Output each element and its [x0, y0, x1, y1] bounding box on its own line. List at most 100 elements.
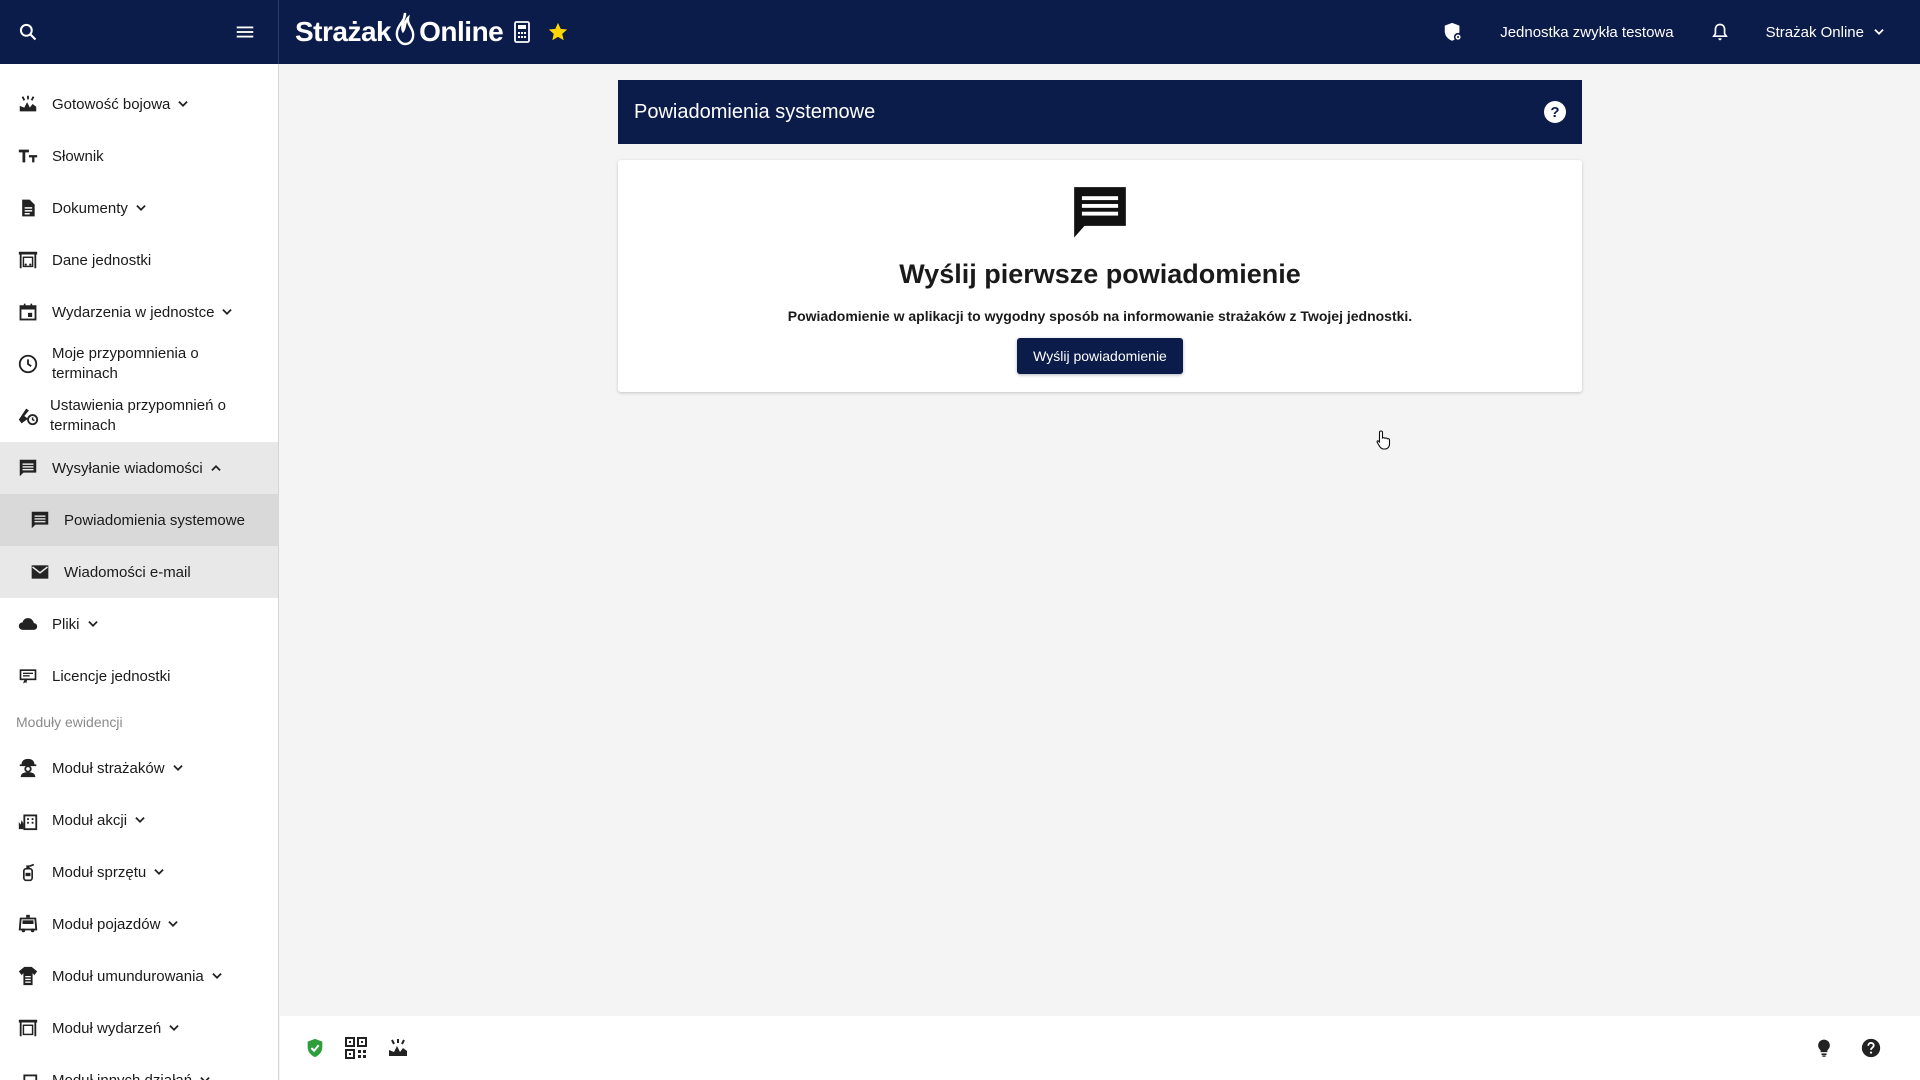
chevron-down-icon [152, 865, 166, 879]
fire-truck-icon [16, 912, 40, 936]
sidebar: Gotowość bojowa Słownik Dokumenty Dane j… [0, 64, 279, 1080]
chevron-down-icon [176, 97, 190, 111]
menu-icon[interactable] [234, 21, 256, 43]
sidebar-item-vehicles-module[interactable]: Moduł pojazdów [0, 898, 278, 950]
sidebar-item-readiness[interactable]: Gotowość bojowa [0, 78, 278, 130]
top-bar-right: Jednostka zwykła testowa Strażak Online [1442, 21, 1920, 43]
chevron-up-icon [209, 461, 223, 475]
send-notification-button[interactable]: Wyślij powiadomienie [1017, 338, 1183, 374]
firefighter-icon [16, 756, 40, 780]
sidebar-item-label: Wysyłanie wiadomości [52, 459, 203, 477]
fire-building-icon [16, 808, 40, 832]
sidebar-item-label: Moduł wydarzeń [52, 1019, 162, 1037]
chevron-down-icon [166, 917, 180, 931]
sidebar-item-unit-data[interactable]: Dane jednostki [0, 234, 278, 286]
chevron-down-icon [171, 761, 185, 775]
readiness-icon [16, 92, 40, 116]
chevron-down-icon [210, 969, 224, 983]
sidebar-item-label: Moduł sprzętu [52, 863, 147, 881]
unit-name[interactable]: Jednostka zwykła testowa [1500, 24, 1673, 41]
chevron-down-icon [134, 201, 148, 215]
lightbulb-icon[interactable] [1814, 1036, 1834, 1060]
sidebar-item-label: Moduł pojazdów [52, 915, 161, 933]
sidebar-item-unit-licenses[interactable]: Licencje jednostki [0, 650, 278, 702]
page-title: Powiadomienia systemowe [634, 100, 876, 123]
sidebar-item-documents[interactable]: Dokumenty [0, 182, 278, 234]
sidebar-item-equipment-module[interactable]: Moduł sprzętu [0, 846, 278, 898]
uniform-icon [16, 964, 40, 988]
sidebar-item-label: Ustawienia przypomnień o terminach [50, 397, 226, 434]
shield-check-icon[interactable] [304, 1037, 326, 1059]
sidebar-item-label: Moduł umundurowania [52, 967, 204, 985]
fire-station-icon [16, 248, 40, 272]
bell-icon[interactable] [1710, 21, 1730, 43]
sidebar-section-label: Moduły ewidencji [16, 714, 123, 730]
chevron-down-icon [198, 1073, 212, 1080]
sidebar-item-label: Pliki [52, 615, 80, 633]
sidebar-item-events-module[interactable]: Moduł wydarzeń [0, 1002, 278, 1054]
text-icon [16, 144, 40, 168]
extinguisher-icon [16, 860, 40, 884]
calculator-icon[interactable] [513, 20, 531, 44]
chevron-down-icon [220, 305, 234, 319]
message-icon [16, 456, 40, 480]
empty-state-title: Wyślij pierwsze powiadomienie [899, 259, 1301, 289]
document-icon [16, 196, 40, 220]
sidebar-item-dictionary[interactable]: Słownik [0, 130, 278, 182]
footer-right [1814, 1036, 1896, 1060]
footer-left [304, 1036, 410, 1060]
calendar-icon [16, 300, 40, 324]
help-circle-icon[interactable] [1860, 1037, 1882, 1059]
mail-icon [28, 560, 52, 584]
sidebar-item-system-notifications[interactable]: Powiadomienia systemowe [0, 494, 278, 546]
alarm-settings-icon [16, 404, 40, 428]
sidebar-item-label: Wiadomości e-mail [64, 563, 191, 581]
sidebar-item-files[interactable]: Pliki [0, 598, 278, 650]
readiness-icon[interactable] [386, 1036, 410, 1060]
help-icon[interactable]: ? [1544, 101, 1566, 123]
chevron-down-icon [1872, 25, 1886, 39]
sidebar-item-label: Dokumenty [52, 199, 128, 217]
brand-name-left: Strażak [295, 16, 392, 47]
search-icon[interactable] [18, 22, 38, 42]
sidebar-item-label: Dane jednostki [52, 251, 152, 269]
sidebar-item-label: Licencje jednostki [52, 667, 171, 685]
sidebar-item-label: Moduł strażaków [52, 759, 165, 777]
sidebar-item-messaging[interactable]: Wysyłanie wiadomości [0, 442, 278, 494]
account-menu[interactable]: Strażak Online [1766, 24, 1886, 41]
clock-icon [16, 352, 40, 376]
message-icon [1069, 182, 1131, 249]
main-content: Powiadomienia systemowe ? Wyślij pierwsz… [280, 64, 1920, 1016]
top-bar-left [0, 0, 279, 64]
sidebar-item-label: Powiadomienia systemowe [64, 511, 245, 529]
footer-bar [280, 1016, 1920, 1080]
sidebar-item-uniforms-module[interactable]: Moduł umundurowania [0, 950, 278, 1002]
fire-building-icon [16, 1068, 40, 1080]
cloud-icon [16, 612, 40, 636]
empty-state-description: Powiadomienie w aplikacji to wygodny spo… [787, 308, 1413, 324]
brand-name-right: Online [419, 16, 504, 47]
sidebar-item-actions-module[interactable]: Moduł akcji [0, 794, 278, 846]
sidebar-item-unit-events[interactable]: Wydarzenia w jednostce [0, 286, 278, 338]
mouse-cursor-icon [1376, 430, 1392, 455]
sidebar-item-email-messages[interactable]: Wiadomości e-mail [0, 546, 278, 598]
brand-logo[interactable]: Strażak Online [295, 12, 504, 53]
license-icon [16, 664, 40, 688]
shield-settings-icon[interactable] [1442, 21, 1464, 43]
qr-code-icon[interactable] [344, 1036, 368, 1060]
sidebar-item-my-reminders[interactable]: Moje przypomnienia o terminach [0, 338, 278, 390]
chevron-down-icon [86, 617, 100, 631]
brand[interactable]: Strażak Online [279, 12, 569, 53]
sidebar-item-label: Wydarzenia w jednostce [52, 303, 215, 321]
sidebar-item-reminder-settings[interactable]: Ustawienia przypomnień o terminach [0, 390, 278, 442]
star-icon[interactable] [547, 21, 569, 43]
sidebar-item-label: Gotowość bojowa [52, 95, 171, 113]
fire-station-icon [16, 1016, 40, 1040]
sidebar-item-other-actions-module[interactable]: Moduł innych działań [0, 1054, 278, 1080]
panel-header: Powiadomienia systemowe ? [618, 80, 1582, 144]
top-bar: Strażak Online Jednostka zwykła testowa … [0, 0, 1920, 64]
flame-icon [392, 12, 418, 53]
message-icon [28, 508, 52, 532]
sidebar-item-label: Moduł innych działań [52, 1071, 193, 1080]
sidebar-item-firefighters-module[interactable]: Moduł strażaków [0, 742, 278, 794]
